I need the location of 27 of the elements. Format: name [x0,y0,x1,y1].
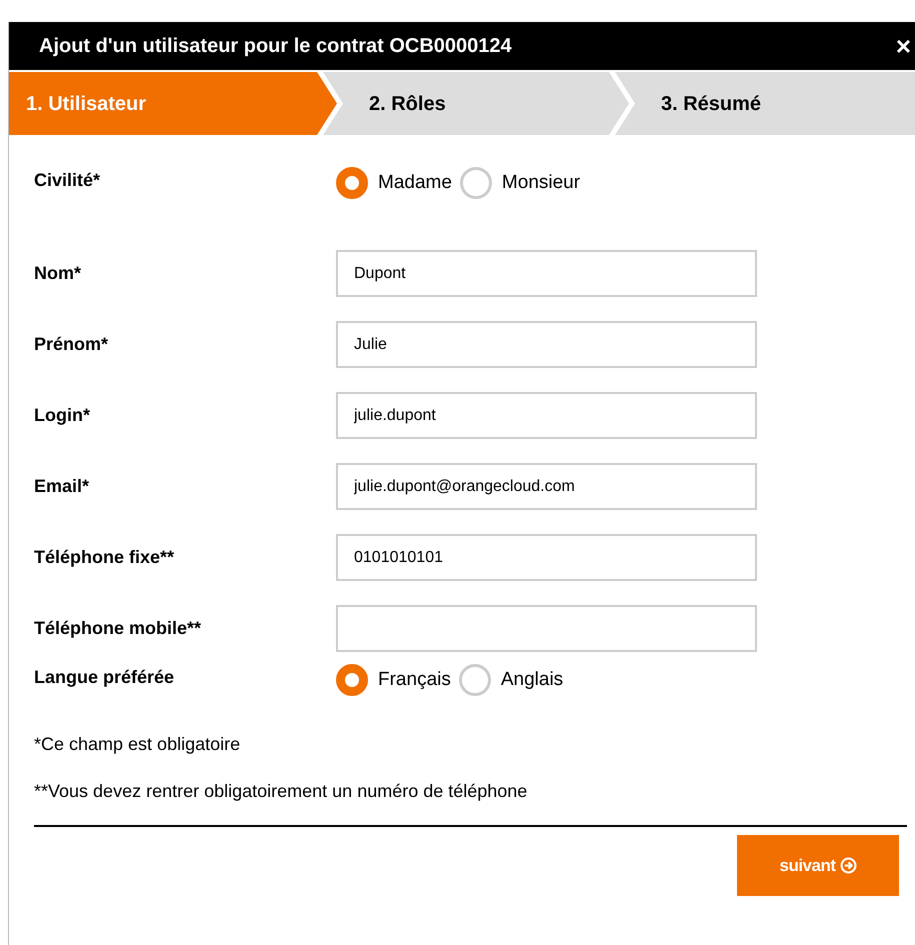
footnote: *Ce champ est obligatoire [34,733,242,756]
step-tab[interactable]: 2. Rôles [323,72,629,135]
radio-label[interactable]: Madame [378,168,452,198]
radio-label[interactable]: Français [378,666,451,694]
input-field[interactable]: Dupont [336,250,757,297]
radio-button[interactable] [460,167,492,199]
field-label: Nom* [34,262,82,285]
step-tab[interactable]: 3. Résumé [615,72,915,135]
field-label: Email* [34,475,90,498]
field-label: Langue préférée [34,666,176,689]
input-field[interactable]: 0101010101 [336,534,757,581]
field-label: Login* [34,404,91,427]
field-label: Civilité* [34,169,102,192]
radio-button[interactable] [458,664,491,696]
field-label: Téléphone fixe** [34,546,176,569]
footnote: **Vous devez rentrer obligatoirement un numéro de téléphone [34,780,528,803]
close-button[interactable]: × [892,33,915,59]
radio-button[interactable] [336,664,368,696]
input-field[interactable]: Julie [336,321,757,368]
arrow-circle-icon [840,857,857,874]
dialog-title: Ajout d'un utilisateur pour le contrat OCB0000124 [39,34,512,59]
radio-label[interactable]: Monsieur [502,168,580,198]
field-label: Téléphone mobile** [34,617,202,640]
radio-label[interactable]: Anglais [500,666,564,694]
field-label: Prénom* [34,333,110,356]
radio-button[interactable] [336,167,368,199]
input-field[interactable] [336,605,757,652]
